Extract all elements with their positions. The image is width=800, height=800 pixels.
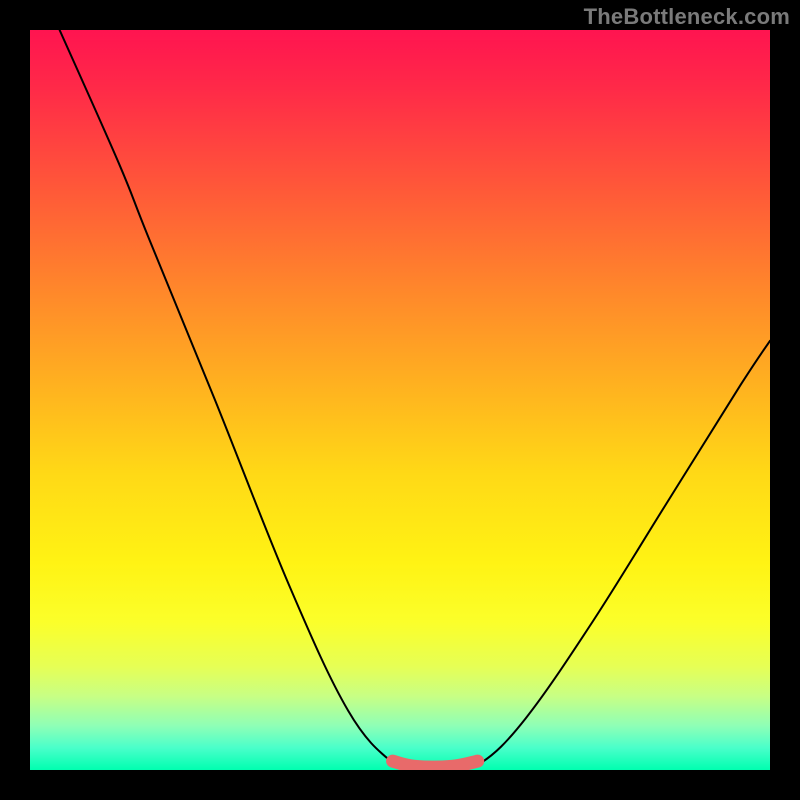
chart-frame: TheBottleneck.com [0,0,800,800]
series-curve [60,30,770,768]
curve-path [60,30,770,768]
watermark-text: TheBottleneck.com [584,4,790,30]
chart-svg [30,30,770,770]
series-highlight [393,761,478,767]
plot-area [30,30,770,770]
highlight-path [393,761,478,767]
